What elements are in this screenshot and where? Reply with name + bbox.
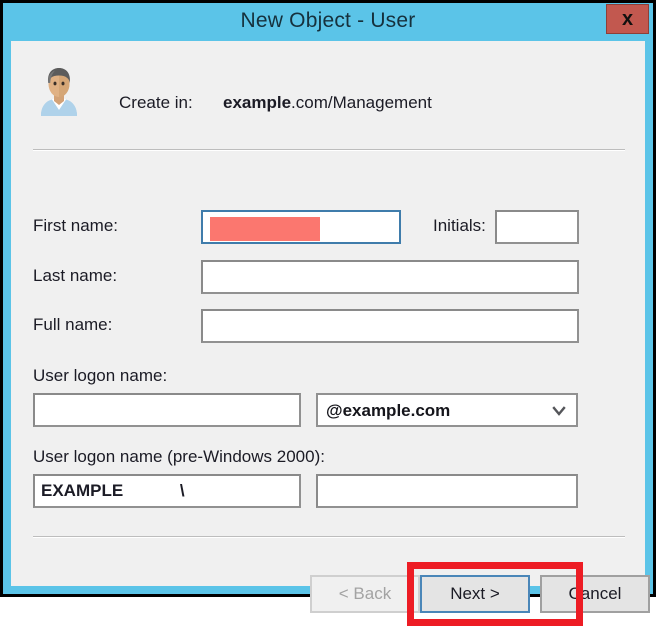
- last-name-label: Last name:: [33, 266, 118, 285]
- create-in-label: Create in:: [119, 93, 193, 112]
- legacy-logon-name-input[interactable]: [316, 474, 578, 508]
- dialog-content-panel: Create in: example.com/Management First …: [11, 41, 650, 626]
- domain-suffix-value: @example.com: [326, 401, 451, 420]
- domain-suffix-dropdown[interactable]: @example.com: [316, 393, 578, 427]
- user-logon-name-label: User logon name:: [33, 366, 168, 385]
- user-avatar-icon: [41, 68, 77, 116]
- create-in-domain: example: [223, 93, 292, 112]
- first-name-redaction-block: [210, 217, 320, 241]
- full-name-label: Full name:: [33, 315, 113, 334]
- legacy-netbios-domain-field: [33, 474, 301, 508]
- footer-separator: [33, 536, 625, 538]
- chevron-down-icon: [552, 406, 566, 416]
- close-button[interactable]: x: [606, 4, 649, 34]
- cancel-button-label: Cancel: [568, 584, 622, 603]
- back-button-label: < Back: [338, 584, 392, 603]
- header-separator: [33, 149, 625, 151]
- user-logon-name-input[interactable]: [33, 393, 301, 427]
- last-name-input[interactable]: [201, 260, 579, 294]
- full-name-input[interactable]: [201, 309, 579, 343]
- create-in-value: example.com/Management: [223, 93, 432, 113]
- back-button[interactable]: < Back: [310, 575, 420, 613]
- next-button[interactable]: Next >: [420, 575, 530, 613]
- initials-input[interactable]: [495, 210, 579, 244]
- cancel-button[interactable]: Cancel: [540, 575, 650, 613]
- legacy-logon-name-label: User logon name (pre-Windows 2000):: [33, 447, 325, 466]
- initials-label: Initials:: [433, 216, 486, 235]
- create-in-path: .com/Management: [291, 93, 432, 112]
- window-title: New Object - User: [240, 9, 416, 32]
- new-object-user-dialog: New Object - User x Create in: example.c…: [0, 0, 656, 626]
- title-bar[interactable]: New Object - User x: [3, 3, 653, 41]
- create-in-header: Create in: example.com/Management: [11, 41, 645, 141]
- close-icon: x: [621, 8, 634, 30]
- first-name-label: First name:: [33, 216, 119, 235]
- next-button-label: Next >: [450, 584, 500, 603]
